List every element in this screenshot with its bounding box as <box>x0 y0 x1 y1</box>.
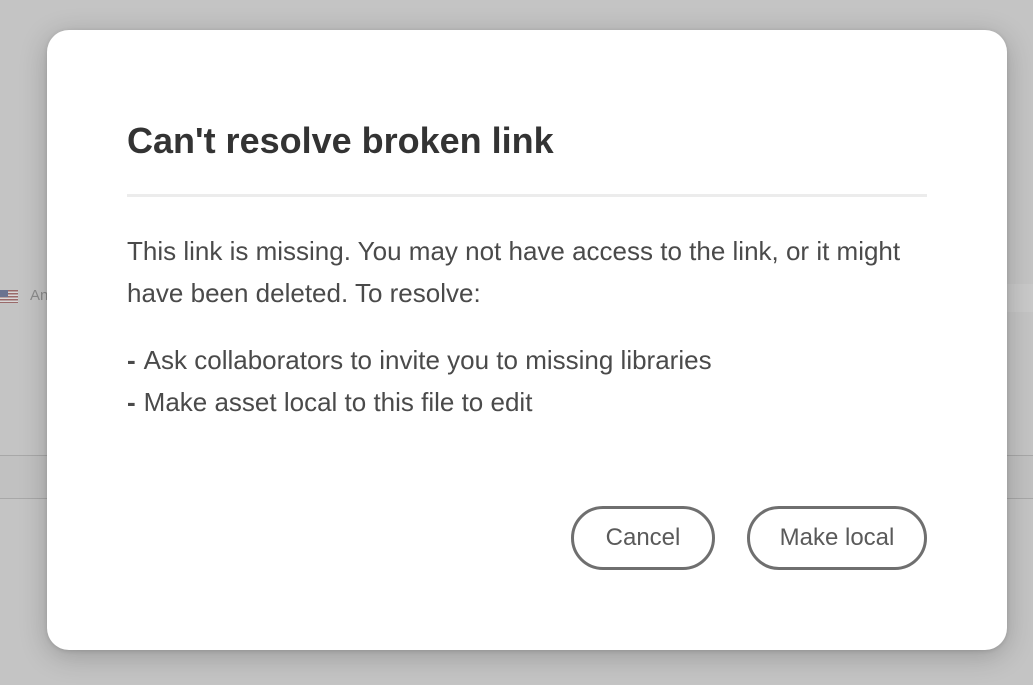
list-bullet: - <box>127 345 136 375</box>
make-local-button[interactable]: Make local <box>747 506 927 570</box>
list-bullet: - <box>127 387 136 417</box>
flag-canton <box>0 290 8 297</box>
step-text: Make asset local to this file to edit <box>143 387 533 417</box>
resolution-steps: - Ask collaborators to invite you to miss… <box>127 339 712 423</box>
dialog-message: This link is missing. You may not have a… <box>127 236 901 308</box>
us-flag-icon <box>0 290 18 303</box>
list-item: - Ask collaborators to invite you to miss… <box>127 339 712 381</box>
step-text: Ask collaborators to invite you to missi… <box>143 345 712 375</box>
broken-link-dialog: Can't resolve broken link This link is m… <box>47 30 1007 650</box>
dialog-divider <box>127 194 927 197</box>
background-language-label: An <box>30 287 49 304</box>
background-row-edge <box>1005 284 1033 312</box>
list-item: - Make asset local to this file to edit <box>127 381 712 423</box>
cancel-button[interactable]: Cancel <box>571 506 715 570</box>
dialog-title: Can't resolve broken link <box>127 120 554 161</box>
